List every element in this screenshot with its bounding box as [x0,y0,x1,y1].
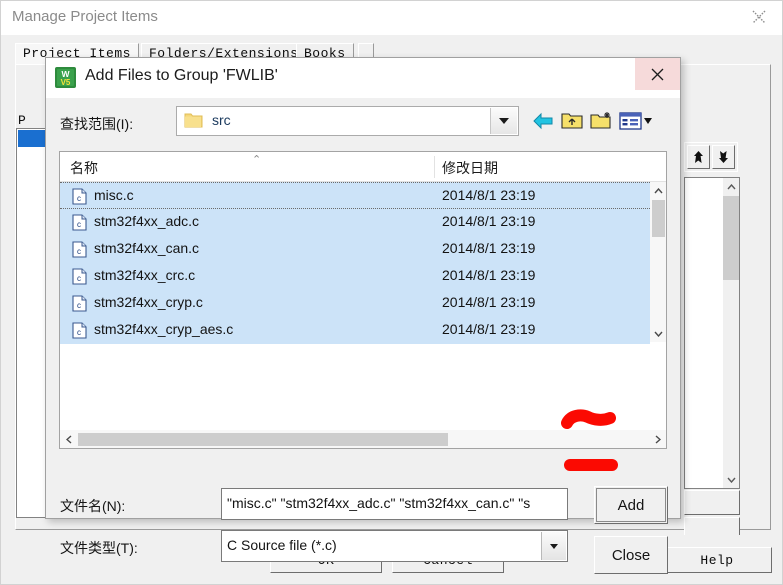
file-name: stm32f4xx_adc.c [94,213,200,229]
c-file-icon: c [72,268,87,285]
add-files-button[interactable] [684,490,740,515]
file-date: 2014/8/1 23:19 [442,213,536,229]
dialog-body: 查找范围(I): src ⌃ 名称 修改日期 c misc.c 2014/8/1… [46,98,680,574]
filename-label: 文件名(N): [60,498,126,514]
file-date: 2014/8/1 23:19 [442,267,536,283]
file-list-header: ⌃ 名称 修改日期 [60,152,666,182]
c-file-icon: c [72,295,87,312]
lookin-label: 查找范围(I): [60,116,134,132]
table-row[interactable]: c misc.c 2014/8/1 23:19 [60,182,650,209]
file-date: 2014/8/1 23:19 [442,321,536,337]
close-button[interactable]: Close [594,536,668,574]
table-row[interactable]: c stm32f4xx_can.c 2014/8/1 23:19 [60,236,650,263]
filename-input[interactable]: "misc.c" "stm32f4xx_adc.c" "stm32f4xx_ca… [221,488,568,520]
screen: Manage Project Items Project Items Folde… [0,0,783,585]
filetype-label: 文件类型(T): [60,540,138,556]
file-date: 2014/8/1 23:19 [442,187,536,203]
scrollbar-thumb[interactable] [652,200,665,237]
table-row[interactable]: c stm32f4xx_crc.c 2014/8/1 23:19 [60,263,650,290]
column-header-name[interactable]: 名称 [70,158,98,178]
chevron-up-icon[interactable] [723,178,739,195]
uvision-app-icon: W V5 [55,67,76,88]
close-icon[interactable] [736,1,782,33]
back-icon[interactable] [529,107,557,134]
file-name: stm32f4xx_crc.c [94,267,196,283]
file-name: stm32f4xx_cryp_aes.c [94,321,234,337]
close-icon[interactable] [635,58,680,90]
chevron-down-icon[interactable] [490,108,517,134]
add-button[interactable]: Add [594,486,668,524]
arrow-up-icon[interactable] [687,145,710,169]
svg-text:c: c [77,301,81,310]
file-list-horizontal-scrollbar[interactable] [60,429,666,448]
file-date: 2014/8/1 23:19 [442,294,536,310]
sort-ascending-icon[interactable]: ⌃ [252,153,261,166]
table-row[interactable]: c stm32f4xx_adc.c 2014/8/1 23:19 [60,209,650,236]
c-file-icon: c [72,241,87,258]
file-date: 2014/8/1 23:19 [442,240,536,256]
filetype-value: C Source file (*.c) [227,537,337,553]
project-files-scrollbar[interactable] [723,178,739,488]
lookin-combobox[interactable]: src [176,106,519,136]
chevron-up-icon[interactable] [650,182,666,199]
project-targets-label: P [18,113,26,128]
dialog-titlebar: W V5 Add Files to Group 'FWLIB' [46,58,680,98]
column-header-date[interactable]: 修改日期 [442,158,498,178]
background-window-title: Manage Project Items [12,8,158,25]
chevron-right-icon[interactable] [649,430,666,448]
background-window-titlebar: Manage Project Items [1,1,782,35]
file-name: stm32f4xx_can.c [94,240,200,256]
scrollbar-thumb[interactable] [723,196,739,280]
chevron-down-icon[interactable] [650,325,666,342]
views-icon[interactable] [616,107,656,134]
file-list[interactable]: ⌃ 名称 修改日期 c misc.c 2014/8/1 23:19 c stm3… [59,151,667,449]
file-name: misc.c [94,187,134,203]
chevron-down-icon[interactable] [723,471,739,488]
arrow-down-icon[interactable] [712,145,735,169]
new-folder-icon[interactable] [587,107,615,134]
svg-text:c: c [77,274,81,283]
c-file-icon: c [72,188,87,205]
c-file-icon: c [72,322,87,339]
c-file-icon: c [72,214,87,231]
chevron-down-icon[interactable] [541,532,566,560]
filetype-select[interactable]: C Source file (*.c) [221,530,568,562]
svg-text:c: c [77,247,81,256]
help-button[interactable]: Help [662,547,772,573]
svg-text:c: c [77,328,81,337]
scrollbar-thumb[interactable] [78,433,448,446]
file-list-vertical-scrollbar[interactable] [650,182,666,342]
table-row[interactable]: c stm32f4xx_cryp_aes.c 2014/8/1 23:19 [60,317,650,344]
file-name: stm32f4xx_cryp.c [94,294,203,310]
dialog-title: Add Files to Group 'FWLIB' [85,67,278,84]
column-divider[interactable] [434,156,435,178]
chevron-left-icon[interactable] [60,430,77,448]
svg-text:V5: V5 [61,78,71,87]
filename-value: "misc.c" "stm32f4xx_adc.c" "stm32f4xx_ca… [227,495,531,511]
project-files-listbox[interactable] [684,177,740,489]
table-row[interactable]: c stm32f4xx_cryp.c 2014/8/1 23:19 [60,290,650,317]
svg-text:c: c [77,220,81,229]
folder-icon [184,112,203,129]
lookin-value: src [212,112,231,128]
svg-text:c: c [77,194,81,203]
add-files-dialog: W V5 Add Files to Group 'FWLIB' 查找范围(I): [45,57,681,574]
up-folder-icon[interactable] [558,107,586,134]
file-list-rows: c misc.c 2014/8/1 23:19 c stm32f4xx_adc.… [60,182,650,346]
